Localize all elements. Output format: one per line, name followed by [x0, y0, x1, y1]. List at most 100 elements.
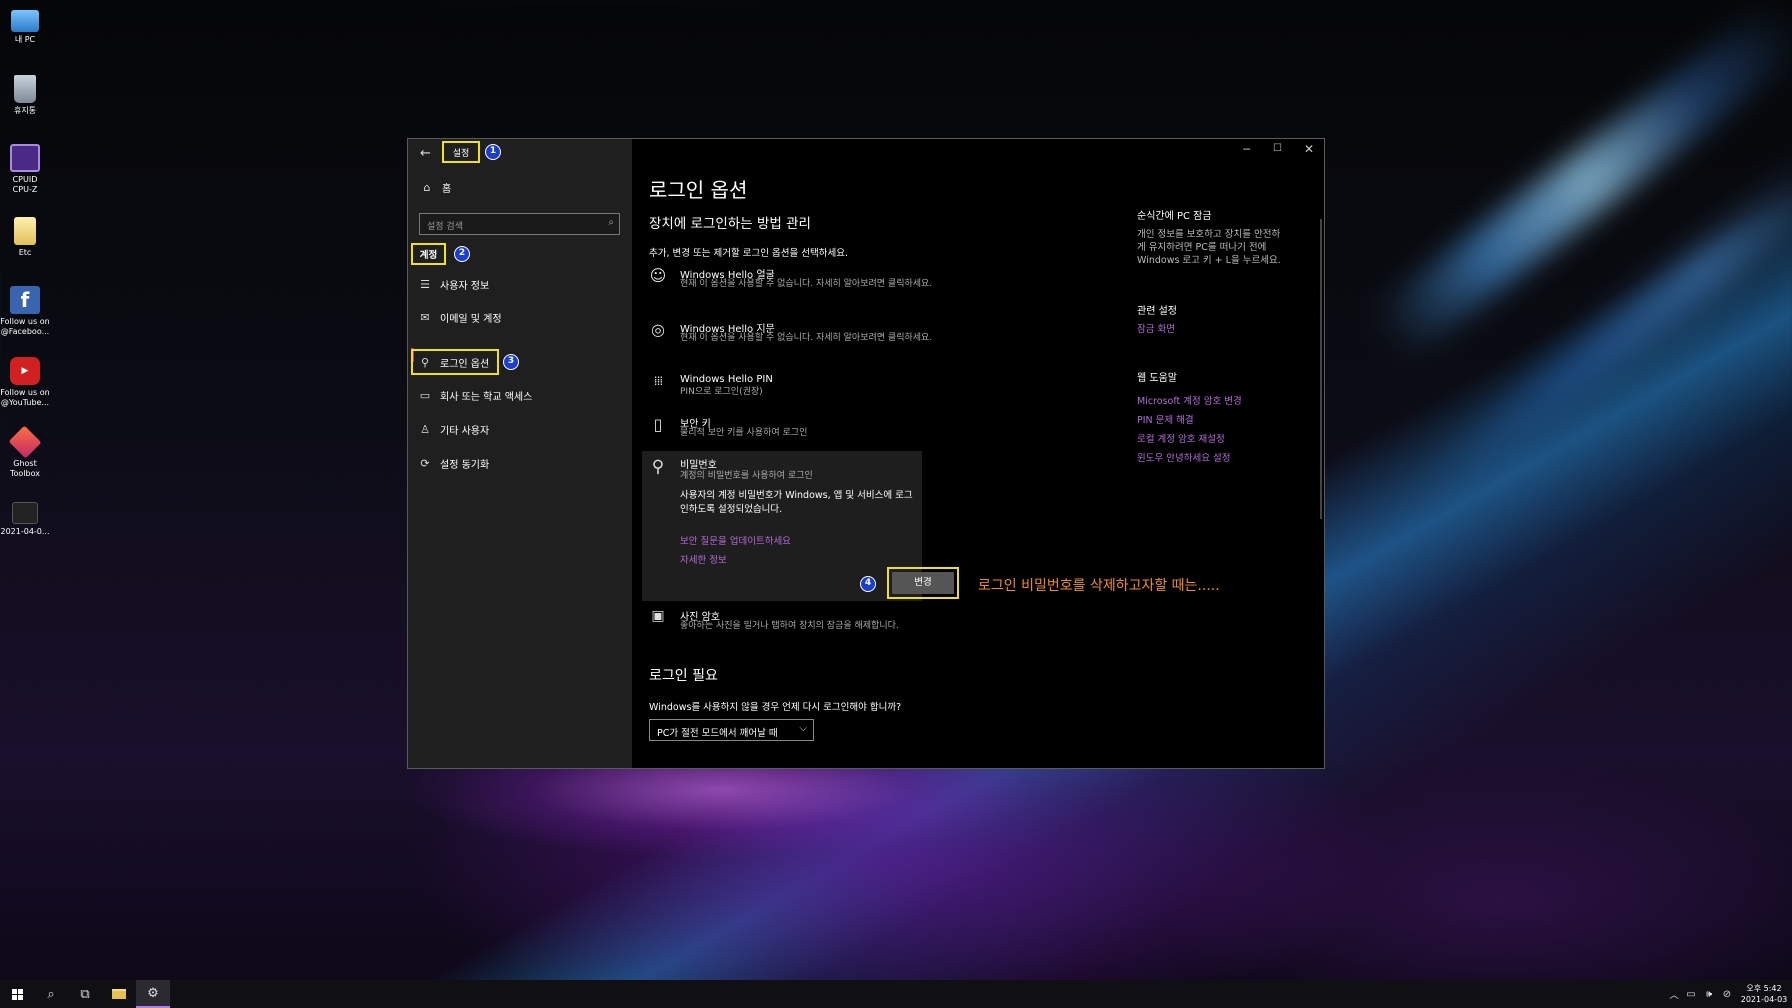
- face-icon: ☺: [649, 266, 667, 285]
- usb-key-icon: ▯: [653, 415, 663, 434]
- search-icon[interactable]: ⌕: [34, 980, 68, 1008]
- recycle-bin-icon: [14, 75, 36, 103]
- desktop-icon-label: Follow us on @YouTube...: [0, 388, 50, 407]
- update-security-questions-link[interactable]: 보안 질문을 업데이트하세요: [680, 533, 791, 547]
- password-panel[interactable]: ⚲ 비밀번호 계정의 비밀번호를 사용하여 로그인 사용자의 계정 비밀번호가 …: [642, 451, 959, 601]
- related-settings: 관련 설정 잠금 화면: [1137, 305, 1287, 336]
- facebook-icon: f: [10, 286, 40, 314]
- desktop-icon-ghost-toolbox[interactable]: Ghost Toolbox: [0, 425, 50, 479]
- taskbar-clock[interactable]: 오후 5:42 2021-04-03: [1736, 983, 1792, 1005]
- notification-icon[interactable]: ⊘: [1718, 980, 1736, 1008]
- option-desc: 좋아하는 사진을 밀거나 탭하여 장치의 잠금을 해제합니다.: [680, 621, 899, 631]
- help-link[interactable]: 윈도우 안녕하세요 설정: [1137, 452, 1287, 465]
- section-heading: 관련 설정: [1137, 306, 1177, 317]
- desktop-icon-this-pc[interactable]: 내 PC: [0, 8, 50, 45]
- page-title: 로그인 옵션: [649, 178, 748, 202]
- file-explorer-icon[interactable]: [102, 980, 136, 1008]
- step-marker: 4: [860, 576, 876, 592]
- briefcase-icon: ▭: [419, 388, 431, 402]
- desktop-icon-label: 내 PC: [14, 35, 36, 44]
- maximize-icon[interactable]: ☐: [1273, 143, 1282, 154]
- option-desc: 계정의 비밀번호를 사용하여 로그인: [680, 471, 813, 481]
- require-signin-dropdown[interactable]: PC가 절전 모드에서 깨어날 때 ⌵: [649, 719, 814, 741]
- key-icon: ⚲: [420, 355, 430, 369]
- desktop-icon-label: 2021-04-0...: [0, 527, 50, 536]
- nav-work-school[interactable]: ▭ 회사 또는 학교 액세스: [418, 387, 533, 403]
- nav-label: 설정 동기화: [440, 459, 490, 471]
- nav-home[interactable]: ⌂ 홈: [420, 179, 452, 195]
- key-icon: ⚲: [651, 457, 665, 477]
- folder-icon: [14, 217, 36, 245]
- nav-label: 로그인 옵션: [440, 358, 490, 370]
- scrollbar[interactable]: [1320, 219, 1322, 519]
- desktop-icon-cpuz[interactable]: CPUID CPU-Z: [0, 144, 50, 195]
- help-link[interactable]: Microsoft 계정 암호 변경: [1137, 395, 1287, 408]
- nav-label: 회사 또는 학교 액세스: [440, 391, 533, 403]
- step-marker: 2: [454, 246, 470, 262]
- windows-logo-icon: [11, 988, 23, 1000]
- settings-taskbar-icon[interactable]: ⚙: [136, 980, 170, 1008]
- sync-icon: ⟳: [420, 456, 430, 470]
- category-header: 계정: [419, 250, 438, 261]
- start-button[interactable]: [0, 980, 34, 1008]
- instruction-text: 추가, 변경 또는 제거할 로그인 옵션을 선택하세요.: [649, 248, 848, 259]
- nav-sign-in-options[interactable]: ⚲ 로그인 옵션: [418, 354, 489, 370]
- help-link[interactable]: PIN 문제 해결: [1137, 414, 1287, 427]
- user-info-icon: ☰: [420, 277, 430, 291]
- web-help: 웹 도움말 Microsoft 계정 암호 변경 PIN 문제 해결 로컬 계정…: [1137, 372, 1287, 465]
- section-heading: 웹 도움말: [1137, 373, 1177, 384]
- desktop-icon-label: 휴지통: [13, 106, 37, 115]
- search-input[interactable]: 설정 검색 ⌕: [419, 213, 620, 235]
- settings-sidebar: ← 설정 1 ⌂ 홈 설정 검색 ⌕ 계정 2 ☰ 사용자 정보 ✉ 이메일 및…: [408, 139, 632, 768]
- option-desc: 물리적 보안 키를 사용하여 로그인: [680, 428, 808, 438]
- clock-date: 2021-04-03: [1740, 995, 1788, 1004]
- volume-icon[interactable]: 🕪: [1700, 980, 1718, 1008]
- step-marker: 3: [503, 354, 519, 370]
- picture-icon: ▣: [651, 608, 665, 624]
- desktop-icon-recycle-bin[interactable]: 휴지통: [0, 75, 50, 116]
- desktop-icon-label: CPUID CPU-Z: [12, 175, 38, 194]
- search-placeholder: 설정 검색: [427, 222, 463, 232]
- close-icon[interactable]: ✕: [1304, 142, 1314, 156]
- help-link[interactable]: 로컬 계정 암호 재설정: [1137, 433, 1287, 446]
- cpuz-icon: [10, 144, 40, 172]
- section-heading: 순식간에 PC 잠금: [1137, 211, 1212, 222]
- window-title: 설정: [452, 148, 470, 159]
- pin-keypad-icon: ⁞⁞⁞: [653, 374, 663, 388]
- fingerprint-icon: ◎: [651, 320, 665, 339]
- desktop-icon-youtube[interactable]: ▶ Follow us on @YouTube...: [0, 357, 50, 408]
- nav-label: 이메일 및 계정: [440, 313, 502, 325]
- minimize-icon[interactable]: ─: [1243, 143, 1250, 156]
- back-arrow-icon[interactable]: ←: [420, 143, 431, 163]
- network-icon[interactable]: ▭: [1682, 980, 1700, 1008]
- dropdown-value: PC가 절전 모드에서 깨어날 때: [657, 728, 778, 739]
- chevron-up-icon[interactable]: ︿: [1666, 980, 1682, 1008]
- nav-email-accounts[interactable]: ✉ 이메일 및 계정: [418, 309, 502, 325]
- person-icon: ♙: [420, 422, 430, 436]
- change-password-button[interactable]: 변경: [892, 572, 954, 594]
- desktop-icon-facebook[interactable]: f Follow us on @Faceboo...: [0, 286, 50, 337]
- ghost-toolbox-icon: [8, 425, 42, 459]
- computer-icon: [11, 10, 39, 32]
- youtube-icon: ▶: [10, 357, 40, 385]
- nav-sync-settings[interactable]: ⟳ 설정 동기화: [418, 455, 489, 471]
- task-view-icon[interactable]: ⧉: [68, 980, 102, 1008]
- desktop-icon-etc[interactable]: Etc: [0, 217, 50, 258]
- nav-label: 기타 사용자: [440, 425, 490, 437]
- learn-more-link[interactable]: 자세한 정보: [680, 552, 727, 566]
- nav-other-users[interactable]: ♙ 기타 사용자: [418, 421, 489, 437]
- lock-screen-link[interactable]: 잠금 화면: [1137, 323, 1287, 336]
- nav-user-info[interactable]: ☰ 사용자 정보: [418, 276, 489, 292]
- option-desc: 현재 이 옵션을 사용할 수 없습니다. 자세히 알아보려면 클릭하세요.: [680, 333, 933, 343]
- option-desc: PIN으로 로그인(권장): [680, 387, 763, 397]
- chevron-down-icon: ⌵: [799, 723, 807, 734]
- desktop-icon-label: Etc: [18, 248, 32, 257]
- file-icon: [12, 502, 38, 524]
- desktop-icon-file[interactable]: 2021-04-0...: [0, 502, 50, 537]
- require-signin-question: Windows를 사용하지 않을 경우 언제 다시 로그인해야 합니까?: [649, 702, 902, 713]
- search-icon: ⌕: [608, 217, 614, 228]
- lock-pc-text: 개인 정보를 보호하고 장치를 안전하게 유지하려면 PC를 떠나기 전에 Wi…: [1137, 229, 1281, 266]
- password-info: 사용자의 계정 비밀번호가 Windows, 앱 및 서비스에 로그인하도록 설…: [680, 490, 913, 515]
- require-signin-title: 로그인 필요: [649, 668, 718, 684]
- lock-pc-info: 순식간에 PC 잠금 개인 정보를 보호하고 장치를 안전하게 유지하려면 PC…: [1137, 210, 1287, 267]
